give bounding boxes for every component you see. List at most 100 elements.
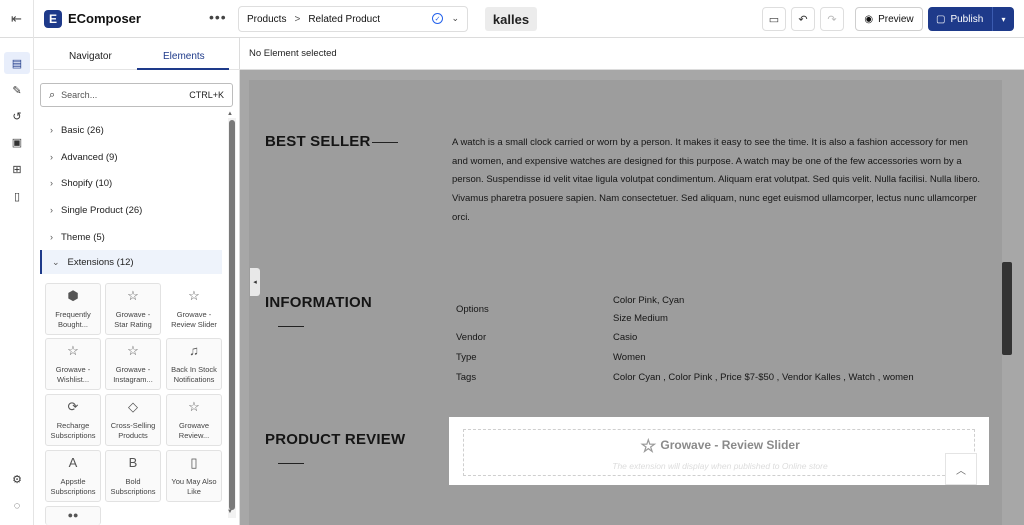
tile-label: Review Slider bbox=[171, 320, 217, 329]
eye-icon: ◉ bbox=[864, 13, 874, 25]
scroll-up-icon[interactable]: ▲ bbox=[227, 111, 233, 117]
canvas-scrollbar-thumb[interactable] bbox=[1002, 262, 1012, 355]
tile-label: Products bbox=[118, 431, 148, 440]
history-icon[interactable]: ↺ bbox=[4, 105, 30, 127]
review-slider-placeholder: ☆ Growave - Review Slider The extension w… bbox=[463, 429, 975, 476]
element-tile-back-in-stock[interactable]: ♫ Back In Stock Notifications bbox=[166, 338, 222, 390]
preview-label: Preview bbox=[878, 13, 914, 25]
brush-icon[interactable]: ✎ bbox=[4, 79, 30, 101]
breadcrumb-separator: > bbox=[294, 13, 301, 25]
element-tile-bold-subscriptions[interactable]: B Bold Subscriptions bbox=[105, 450, 161, 502]
category-basic[interactable]: › Basic (26) bbox=[40, 118, 222, 142]
star-icon: ☆ bbox=[188, 288, 200, 303]
tile-label: Like bbox=[187, 487, 201, 496]
undo-icon[interactable]: ↶ bbox=[791, 7, 815, 31]
info-label-options: Options bbox=[456, 304, 489, 315]
page-breadcrumb[interactable]: Products > Related Product ✓ ⌄ bbox=[238, 6, 468, 32]
element-tile-more[interactable]: ●● bbox=[45, 506, 101, 525]
collapse-panel-icon[interactable]: ◂ bbox=[250, 268, 260, 296]
product-description: A watch is a small clock carried or worn… bbox=[452, 137, 981, 223]
tile-label: Frequently bbox=[55, 310, 91, 319]
category-extensions[interactable]: ⌄ Extensions (12) bbox=[40, 250, 222, 274]
tile-label: Notifications bbox=[173, 375, 215, 384]
apps-icon[interactable]: ⊞ bbox=[4, 158, 30, 180]
category-theme[interactable]: › Theme (5) bbox=[40, 225, 222, 249]
review-slider-note: The extension will display when publishe… bbox=[612, 461, 828, 471]
preview-button[interactable]: ◉ Preview bbox=[855, 7, 923, 31]
info-label-type: Type bbox=[456, 352, 477, 363]
element-tile-growave-review[interactable]: ☆ Growave Review... bbox=[166, 394, 222, 446]
tile-label: Growave - bbox=[176, 310, 212, 319]
panel-scrollbar-thumb[interactable] bbox=[229, 120, 235, 510]
tile-label: Instagram... bbox=[113, 375, 153, 384]
theme-brand-logo: kalles bbox=[485, 7, 537, 31]
element-tile-growave-review-slider[interactable]: ☆ Growave - Review Slider bbox=[166, 283, 222, 335]
category-label: Advanced (9) bbox=[61, 151, 118, 163]
search-input[interactable]: ⌕ Search... CTRL+K bbox=[40, 83, 233, 107]
publish-label: Publish bbox=[950, 13, 984, 25]
back-to-top-chevron-up-icon[interactable]: ︿ bbox=[945, 453, 977, 485]
category-single-product[interactable]: › Single Product (26) bbox=[40, 198, 222, 222]
exit-icon[interactable]: ⇤ bbox=[0, 0, 34, 38]
tile-label: Bought... bbox=[57, 320, 89, 329]
information-title: INFORMATION bbox=[265, 294, 372, 311]
selection-status-text: No Element selected bbox=[249, 48, 337, 59]
publish-button[interactable]: ▢ Publish ▾ bbox=[928, 7, 1014, 31]
info-label-tags: Tags bbox=[456, 372, 477, 383]
element-tile-cross-selling[interactable]: ◇ Cross-Selling Products bbox=[105, 394, 161, 446]
tile-label: Star Rating bbox=[114, 320, 152, 329]
best-seller-divider bbox=[372, 142, 398, 143]
tab-navigator[interactable]: Navigator bbox=[69, 51, 112, 62]
redo-icon[interactable]: ↷ bbox=[820, 7, 844, 31]
chevron-right-icon: › bbox=[50, 232, 53, 242]
chevron-right-icon: › bbox=[50, 152, 53, 162]
elements-panel-icon[interactable]: ▤ bbox=[4, 52, 30, 74]
star-icon: ☆ bbox=[127, 288, 139, 303]
element-tile-frequently-bought[interactable]: ⬢ Frequently Bought... bbox=[45, 283, 101, 335]
category-label: Shopify (10) bbox=[61, 177, 113, 189]
tile-label: Back In Stock bbox=[171, 365, 217, 374]
star-icon: ☆ bbox=[188, 399, 200, 414]
device-desktop-icon[interactable]: ▭ bbox=[762, 7, 786, 31]
info-value-type: Women bbox=[613, 352, 646, 363]
ecomposer-logo: E bbox=[44, 10, 62, 28]
information-divider bbox=[278, 326, 304, 327]
selection-status: No Element selected bbox=[240, 38, 1024, 70]
page-icon[interactable]: ▯ bbox=[4, 185, 30, 207]
tile-label: Subscriptions bbox=[50, 431, 96, 440]
breadcrumb-parent[interactable]: Products bbox=[247, 14, 286, 25]
element-tile-growave-instagram[interactable]: ☆ Growave - Instagram... bbox=[105, 338, 161, 390]
tile-label: Growave - bbox=[115, 365, 151, 374]
tab-elements[interactable]: Elements bbox=[163, 51, 205, 62]
tile-label: You May Also bbox=[171, 477, 217, 486]
chevron-down-icon[interactable]: ⌄ bbox=[451, 13, 459, 24]
settings-gear-icon[interactable]: ⚙ bbox=[4, 468, 30, 490]
top-bar: ⇤ E EComposer ••• Products > Related Pro… bbox=[0, 0, 1024, 38]
publish-dropdown-chevron-icon[interactable]: ▾ bbox=[992, 7, 1014, 31]
element-tile-you-may-also-like[interactable]: ▯ You May Also Like bbox=[166, 450, 222, 502]
tile-label: Wishlist... bbox=[56, 375, 90, 384]
active-tab-indicator bbox=[137, 68, 229, 70]
panel-tabs: Navigator Elements bbox=[34, 38, 240, 70]
info-label-vendor: Vendor bbox=[456, 332, 487, 343]
category-advanced[interactable]: › Advanced (9) bbox=[40, 145, 222, 169]
scroll-down-icon[interactable]: ▼ bbox=[227, 509, 233, 515]
info-value-vendor: Casio bbox=[613, 332, 638, 343]
more-menu-icon[interactable]: ••• bbox=[209, 9, 227, 25]
category-shopify[interactable]: › Shopify (10) bbox=[40, 171, 222, 195]
box-icon[interactable]: ▣ bbox=[4, 131, 30, 153]
search-shortcut: CTRL+K bbox=[189, 90, 224, 100]
letter-b-icon: B bbox=[128, 455, 138, 470]
tile-label: Review... bbox=[178, 431, 210, 440]
element-tile-recharge-subscriptions[interactable]: ⟳ Recharge Subscriptions bbox=[45, 394, 101, 446]
review-slider-title: Growave - Review Slider bbox=[660, 438, 800, 452]
review-slider-widget[interactable]: ☆ Growave - Review Slider The extension w… bbox=[449, 417, 989, 485]
bell-icon: ♫ bbox=[189, 343, 199, 358]
element-tile-appstle-subscriptions[interactable]: A Appstle Subscriptions bbox=[45, 450, 101, 502]
info-value-options: Color Pink, Cyan bbox=[613, 295, 685, 306]
refresh-icon: ⟳ bbox=[67, 399, 79, 414]
cards-icon: ▯ bbox=[190, 455, 198, 470]
chat-icon[interactable]: ◌ bbox=[4, 495, 30, 517]
element-tile-growave-wishlist[interactable]: ☆ Growave - Wishlist... bbox=[45, 338, 101, 390]
element-tile-growave-star-rating[interactable]: ☆ Growave - Star Rating bbox=[105, 283, 161, 335]
